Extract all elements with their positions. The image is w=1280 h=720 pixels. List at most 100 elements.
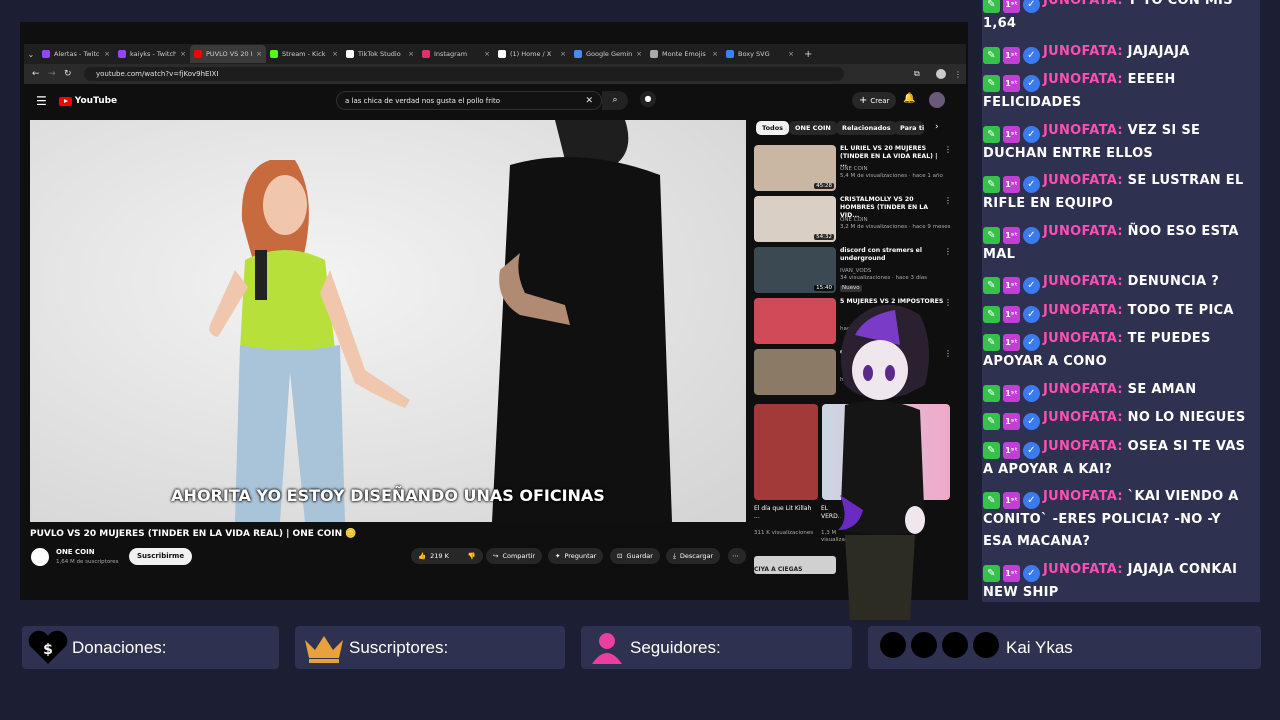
- recommended-video[interactable]: 45:28 EL URIEL VS 20 MUJERES (TINDER EN L…: [754, 145, 954, 193]
- social-icon-1[interactable]: [880, 632, 906, 658]
- more-options-icon[interactable]: ⋮: [944, 298, 952, 307]
- url-field[interactable]: youtube.com/watch?v=fjKov9hEIXI: [84, 67, 844, 81]
- close-tab-icon[interactable]: ×: [788, 50, 794, 58]
- chat-username[interactable]: JUNOFATA: [1043, 123, 1117, 138]
- download-button[interactable]: ⤓ Descargar: [666, 548, 721, 564]
- plus-icon: +: [859, 95, 868, 106]
- browser-menu-icon[interactable]: ⋮: [954, 70, 962, 79]
- moderator-badge-icon: ✎: [983, 277, 1000, 294]
- url-text: youtube.com/watch?v=fjKov9hEIXI: [96, 70, 219, 78]
- video-thumbnail[interactable]: 54:32: [754, 196, 836, 242]
- chat-username[interactable]: JUNOFATA: [1043, 331, 1117, 346]
- followers-label: Seguidores:: [630, 637, 721, 657]
- moderator-badge-icon: ✎: [983, 176, 1000, 193]
- close-tab-icon[interactable]: ×: [180, 50, 186, 58]
- close-tab-icon[interactable]: ×: [408, 50, 414, 58]
- like-button[interactable]: 👍 219 K 👎: [411, 548, 483, 564]
- back-icon[interactable]: ←: [32, 69, 40, 79]
- recommended-video[interactable]: 15:40 discord con stremers el underground…: [754, 247, 954, 295]
- video-title[interactable]: discord con stremers el underground: [840, 247, 944, 263]
- social-icon-3[interactable]: [942, 632, 968, 658]
- close-tab-icon[interactable]: ×: [560, 50, 566, 58]
- video-channel[interactable]: IVAN_VODS: [840, 268, 871, 275]
- chat-username[interactable]: JUNOFATA: [1043, 489, 1117, 504]
- chat-username[interactable]: JUNOFATA: [1043, 562, 1117, 577]
- chat-username[interactable]: JUNOFATA: [1043, 44, 1117, 59]
- more-options-icon[interactable]: ⋮: [944, 349, 952, 358]
- more-options-icon[interactable]: ⋮: [944, 196, 952, 205]
- ask-button[interactable]: ✦ Preguntar: [548, 548, 604, 564]
- chat-username[interactable]: JUNOFATA: [1043, 224, 1117, 239]
- tab-favicon-icon: [498, 50, 506, 58]
- save-button[interactable]: ⊡ Guardar: [610, 548, 660, 564]
- channel-avatar[interactable]: [31, 548, 49, 566]
- chip-related[interactable]: Relacionados: [836, 121, 897, 135]
- social-icon-4[interactable]: [973, 632, 999, 658]
- account-avatar[interactable]: [929, 92, 945, 108]
- chat-username[interactable]: JUNOFATA: [1043, 410, 1117, 425]
- chip-for-you[interactable]: Para ti: [894, 121, 924, 135]
- profile-icon[interactable]: [936, 69, 946, 79]
- search-button[interactable]: ⌕: [602, 91, 628, 110]
- share-button[interactable]: ↪ Compartir: [486, 548, 543, 564]
- browser-tab[interactable]: Google Gemini ×: [570, 45, 646, 63]
- video-thumbnail[interactable]: 15:40: [754, 247, 836, 293]
- close-tab-icon[interactable]: ×: [332, 50, 338, 58]
- browser-tab[interactable]: Stream - Kick Da ×: [266, 45, 342, 63]
- social-icon-2[interactable]: [911, 632, 937, 658]
- chat-username[interactable]: JUNOFATA: [1043, 274, 1117, 289]
- browser-tab[interactable]: Monte Emojis | ⚠ ×: [646, 45, 722, 63]
- more-actions-button[interactable]: ⋯: [728, 548, 746, 564]
- extensions-icon[interactable]: ⧉: [914, 69, 920, 79]
- chat-username[interactable]: JUNOFATA: [1043, 0, 1117, 8]
- clear-search-icon[interactable]: ✕: [585, 96, 593, 106]
- short-thumb-1[interactable]: [754, 404, 818, 500]
- channel-name[interactable]: ONE COIN: [56, 548, 95, 556]
- browser-tab[interactable]: PUVLO VS 20 MU ×: [190, 45, 266, 63]
- video-channel[interactable]: ONE COIN: [840, 166, 868, 173]
- chat-username[interactable]: JUNOFATA: [1043, 72, 1117, 87]
- search-input[interactable]: a las chica de verdad nos gusta el pollo…: [336, 91, 602, 110]
- tab-menu-icon[interactable]: ⌄: [24, 50, 38, 59]
- browser-tab[interactable]: TikTok Studio ×: [342, 45, 418, 63]
- close-tab-icon[interactable]: ×: [104, 50, 110, 58]
- chat-username[interactable]: JUNOFATA: [1043, 173, 1117, 188]
- more-options-icon[interactable]: ⋮: [944, 247, 952, 256]
- subscribe-button[interactable]: Suscribirme: [129, 548, 193, 565]
- create-button[interactable]: + Crear: [852, 92, 897, 109]
- reload-icon[interactable]: ↻: [64, 69, 72, 79]
- close-tab-icon[interactable]: ×: [712, 50, 718, 58]
- recommended-video[interactable]: 54:32 CRISTALMOLLY VS 20 HOMBRES (TINDER …: [754, 196, 954, 244]
- browser-tab[interactable]: Alertas - Twitch ×: [38, 45, 114, 63]
- video-thumbnail[interactable]: 45:28: [754, 145, 836, 191]
- youtube-logo-text: YouTube: [74, 96, 118, 106]
- first-badge-icon: 1ˢᵗ: [1003, 125, 1020, 143]
- chat-username[interactable]: JUNOFATA: [1043, 303, 1117, 318]
- chevron-right-icon[interactable]: ›: [935, 122, 939, 132]
- browser-tab[interactable]: Boxy SVG ×: [722, 45, 798, 63]
- browser-tab[interactable]: (1) Home / X ×: [494, 45, 570, 63]
- browser-tab[interactable]: kaiyks - Twitch ×: [114, 45, 190, 63]
- notifications-bell-icon[interactable]: 🔔: [903, 93, 915, 104]
- close-tab-icon[interactable]: ×: [636, 50, 642, 58]
- moderator-badge-icon: ✎: [983, 226, 1000, 244]
- chip-all[interactable]: Todos: [756, 121, 790, 135]
- mic-icon[interactable]: ●: [640, 91, 656, 107]
- close-tab-icon[interactable]: ×: [256, 50, 262, 58]
- hamburger-icon[interactable]: ☰: [36, 94, 47, 108]
- chat-username[interactable]: JUNOFATA: [1043, 382, 1117, 397]
- short-title-1[interactable]: El día que Lit Killah ...: [754, 505, 814, 521]
- video-player[interactable]: [30, 120, 746, 522]
- browser-tab-bar: ⌄ Alertas - Twitch × kaiyks - Twitch × PUVLO…: [24, 44, 966, 64]
- forward-icon[interactable]: →: [48, 69, 56, 79]
- more-options-icon[interactable]: ⋮: [944, 145, 952, 154]
- chat-message: ✎ 1ˢᵗ ✓ JUNOFATA: JAJAJA CONKAI NEW SHIP: [983, 561, 1238, 600]
- new-tab-icon[interactable]: +: [804, 49, 812, 60]
- thumbs-down-icon[interactable]: 👎: [468, 552, 476, 560]
- chat-username[interactable]: JUNOFATA: [1043, 439, 1117, 454]
- chip-one-coin[interactable]: ONE COIN: [789, 121, 837, 135]
- close-tab-icon[interactable]: ×: [484, 50, 490, 58]
- video-channel[interactable]: ONE COIN: [840, 217, 868, 224]
- youtube-logo[interactable]: YouTube: [58, 96, 118, 106]
- browser-tab[interactable]: Instagram ×: [418, 45, 494, 63]
